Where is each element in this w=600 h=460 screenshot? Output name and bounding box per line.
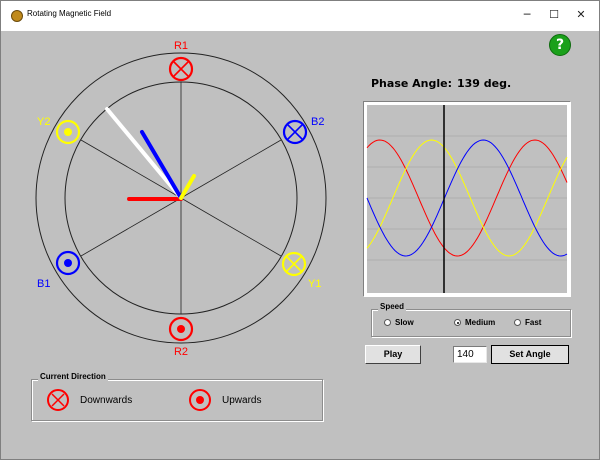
- coil-label-y2: Y2: [37, 116, 50, 128]
- speed-option-label: Medium: [465, 318, 496, 327]
- coil-y1: Y1: [281, 251, 321, 290]
- coil-b1: B1: [37, 250, 81, 290]
- speed-group: Speed Slow Medium Fast: [371, 302, 571, 337]
- set-angle-button[interactable]: Set Angle: [491, 345, 569, 364]
- play-button[interactable]: Play: [365, 345, 421, 364]
- coil-label-b1: B1: [37, 278, 50, 290]
- coil-r2: R2: [168, 316, 194, 358]
- minimize-button[interactable]: ─: [519, 8, 535, 22]
- downwards-label: Downwards: [80, 394, 133, 406]
- plot-background: [367, 105, 567, 293]
- speed-option-label: Fast: [525, 318, 542, 327]
- speed-title: Speed: [378, 302, 407, 311]
- coil-y2: Y2: [37, 116, 81, 145]
- upwards-legend: Upwards: [188, 388, 261, 412]
- coil-r1: R1: [168, 40, 194, 82]
- downwards-legend: Downwards: [46, 388, 132, 412]
- help-icon[interactable]: ?: [549, 34, 571, 56]
- dot-icon: [64, 259, 72, 267]
- blue-phasor: [140, 130, 183, 200]
- title-bar[interactable]: Rotating Magnetic Field ─ ☐ ✕: [1, 1, 599, 31]
- coil-label-y1: Y1: [308, 278, 321, 290]
- speed-option-fast[interactable]: Fast: [514, 318, 541, 327]
- coil-b2: B2: [282, 116, 324, 145]
- close-button[interactable]: ✕: [573, 8, 589, 22]
- speed-option-label: Slow: [395, 318, 414, 327]
- dot-icon: [189, 389, 211, 411]
- radio-icon: [384, 319, 391, 326]
- coil-label-r1: R1: [174, 40, 188, 52]
- motor-diagram: R1 R2 B2 Y1 Y2 B1: [35, 40, 327, 358]
- client-area: ? R1 R2 B2 Y1 Y2 B1 Phase Angle: 139 deg…: [1, 31, 599, 459]
- window-title: Rotating Magnetic Field: [27, 9, 112, 18]
- speed-option-slow[interactable]: Slow: [384, 318, 414, 327]
- app-window: Rotating Magnetic Field ─ ☐ ✕ ? R1 R2 B2…: [0, 0, 600, 460]
- maximize-button[interactable]: ☐: [546, 8, 562, 22]
- resultant-phasor: [105, 107, 183, 200]
- dot-icon: [64, 128, 72, 136]
- upwards-label: Upwards: [222, 394, 262, 406]
- radio-icon: [454, 319, 461, 326]
- waveform-plot: [366, 105, 568, 293]
- current-direction-group: Current Direction Downwards Upwards: [31, 372, 323, 421]
- cross-icon: [47, 389, 69, 411]
- phase-angle-label: Phase Angle:: [371, 77, 453, 90]
- app-icon: [11, 10, 23, 22]
- current-direction-title: Current Direction: [38, 372, 108, 381]
- dot-icon: [177, 325, 185, 333]
- radio-icon: [514, 319, 521, 326]
- angle-input[interactable]: [453, 346, 487, 363]
- coil-label-r2: R2: [174, 346, 188, 358]
- speed-option-medium[interactable]: Medium: [454, 318, 495, 327]
- waveform-panel: [363, 101, 571, 297]
- coil-label-b2: B2: [311, 116, 324, 128]
- phase-angle-value: 139 deg.: [457, 77, 512, 90]
- yellow-phasor: [179, 174, 196, 200]
